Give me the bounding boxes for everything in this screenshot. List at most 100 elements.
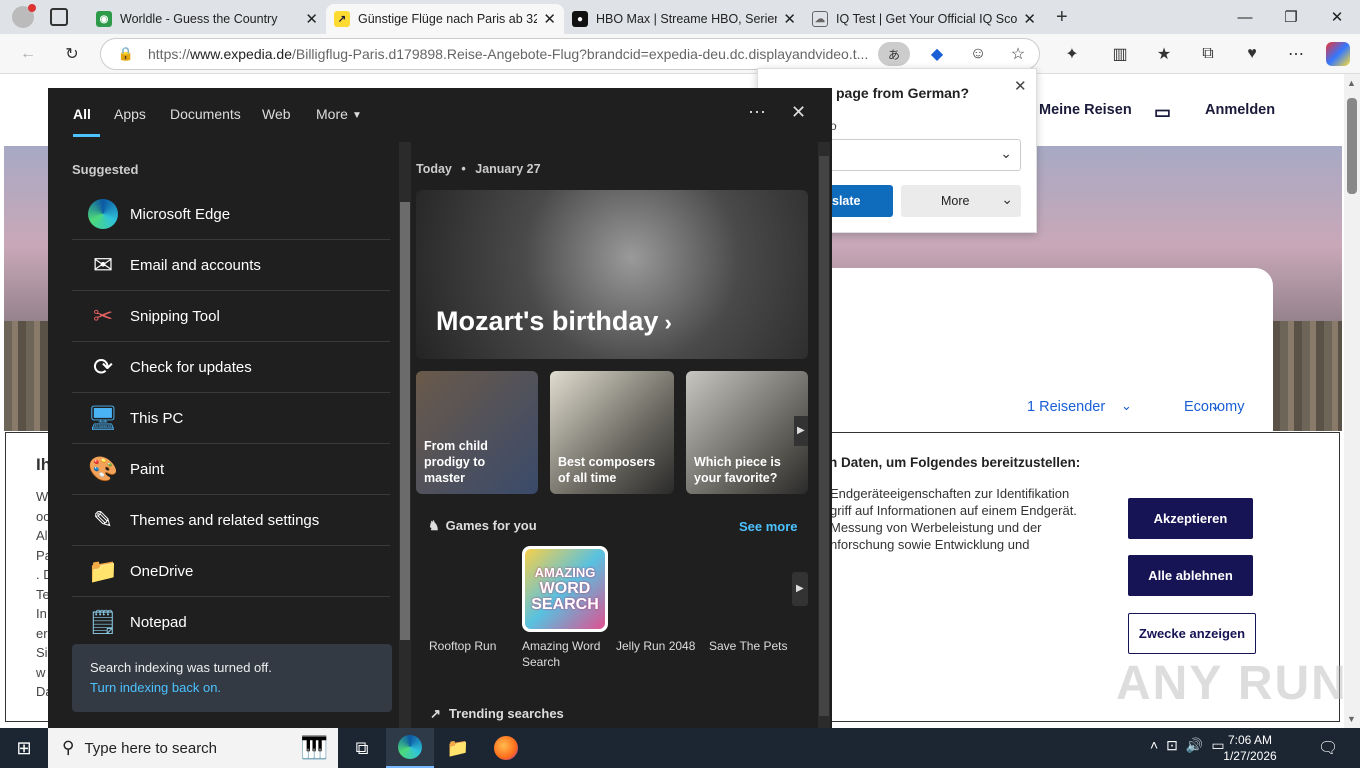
game-label[interactable]: Save The Pets [709,638,788,654]
news-tile[interactable]: Which piece is your favorite? [686,371,808,494]
suggested-item[interactable]: 📁 OneDrive [72,546,390,597]
translate-icon[interactable]: あ [878,42,910,66]
suggested-item[interactable]: ✂ Snipping Tool [72,291,390,342]
tab-all[interactable]: All [73,106,91,122]
notification-icon[interactable]: 🗨 [1318,738,1338,758]
tab-expedia[interactable]: ↗ Günstige Flüge nach Paris ab 32 € ✕ [326,4,564,34]
reject-all-button[interactable]: Alle ablehnen [1128,555,1253,596]
extensions-icon[interactable]: ✦ [1060,42,1084,66]
game-label[interactable]: Amazing Word Search [522,638,612,670]
accept-button[interactable]: Akzeptieren [1128,498,1253,539]
taskbar-search-box[interactable]: ⚲ Type here to search 🎹 [48,728,338,768]
game-label[interactable]: Jelly Run 2048 [616,638,695,654]
suggested-label: Notepad [130,614,187,631]
search-tabs: All Apps Documents Web More ▼ ⋯ ✕ [48,88,832,138]
more-tools-icon[interactable]: ☺ [966,42,990,66]
suggested-item[interactable]: 🎨 Paint [72,444,390,495]
close-tab-icon[interactable]: ✕ [537,10,556,28]
tab-documents[interactable]: Documents [170,106,241,122]
suggested-item[interactable]: ⟳ Check for updates [72,342,390,393]
translate-more-button[interactable]: More ⌄ [901,185,1021,217]
suggested-item[interactable]: ✎ Themes and related settings [72,495,390,546]
close-window-icon[interactable]: ✕ [1314,0,1360,34]
url-text[interactable]: https://www.expedia.de/Billigflug-Paris.… [148,46,868,62]
back-icon[interactable]: ← [16,42,40,66]
windows-search-panel: All Apps Documents Web More ▼ ⋯ ✕ Sugges… [48,88,832,728]
close-tab-icon[interactable]: ✕ [777,10,796,28]
tab-more[interactable]: More [316,106,348,122]
trending-label: Trending searches [448,706,564,721]
separator-dot: • [461,162,466,176]
settings-more-icon[interactable]: ⋯ [1284,42,1308,66]
translate-title: page from German? [836,85,970,101]
profile-avatar[interactable] [12,4,36,28]
language-select[interactable]: ⌄ [818,139,1021,171]
sync-icon: ⟳ [92,353,114,381]
news-tile[interactable]: Best composers of all time [550,371,674,494]
indexing-link[interactable]: Turn indexing back on. [90,680,221,695]
travelers-select[interactable]: 1 Reisender [1027,399,1105,415]
suggested-item[interactable]: 🗒 Notepad [72,597,390,648]
new-tab-icon[interactable]: + [1056,6,1068,29]
scrollbar-thumb[interactable] [1347,98,1357,194]
tab-apps[interactable]: Apps [114,106,146,122]
news-tile[interactable]: From child prodigy to master [416,371,538,494]
file-explorer-icon[interactable]: 📁 [434,728,482,768]
pc-icon: 🖥 [87,404,119,432]
suggested-pane: Suggested Microsoft Edge ✉ Email and acc… [48,138,414,728]
close-tab-icon[interactable]: ✕ [1017,10,1036,28]
see-more-link[interactable]: See more [739,519,798,534]
tray-icons[interactable]: ˄⊡🔊▭ [1150,737,1233,754]
task-view-icon[interactable]: ⧉ [338,728,386,768]
left-pane-scrollbar[interactable] [399,142,411,728]
snipping-tool-icon: ✂ [92,302,114,330]
suggested-item[interactable]: 🖥 This PC [72,393,390,444]
lock-icon[interactable]: 🔒 [114,42,138,66]
performance-icon[interactable]: ♥ [1240,42,1264,66]
tab-hbo[interactable]: ● HBO Max | Streame HBO, Serien, F ✕ [564,4,804,34]
tab-iq[interactable]: ☁ IQ Test | Get Your Official IQ Score ✕ [804,4,1044,34]
clock[interactable]: 7:06 AM 1/27/2026 [1222,732,1278,764]
games-next-icon[interactable]: ▶ [792,572,808,606]
consent-heading: n Daten, um Folgendes bereitzustellen: [829,455,1081,470]
game-thumbnail[interactable]: AMAZING WORD SEARCH [522,546,608,632]
firefox-icon[interactable] [482,728,530,768]
paint-icon: 🎨 [88,455,118,483]
copilot-icon[interactable] [1326,42,1350,66]
edge-icon [86,197,120,231]
refresh-icon[interactable]: ↻ [60,42,84,66]
anyrun-watermark: ANY RUN [1116,657,1348,710]
edge-taskbar-icon[interactable] [386,728,434,768]
windows-start-icon[interactable]: ⊞ [0,728,48,768]
search-placeholder: Type here to search [84,739,218,757]
suggested-item[interactable]: Microsoft Edge [72,189,390,240]
tab-web[interactable]: Web [262,106,291,122]
today-pane: Today • January 27 Mozart's birthday › Fr… [414,138,832,728]
suggested-heading: Suggested [72,162,139,177]
tag-icon[interactable]: ◆ [925,42,949,66]
chat-icon[interactable]: ▭ [1154,102,1171,123]
page-scrollbar[interactable]: ▲ ▼ [1344,74,1360,728]
restore-icon[interactable]: ❐ [1268,0,1314,34]
split-screen-icon[interactable]: ▥ [1108,42,1132,66]
tab-title: Worldle - Guess the Country [120,12,278,26]
minimize-icon[interactable]: — [1222,0,1268,34]
consent-line: Endgeräteeigenschaften zur Identifikatio… [830,486,1070,501]
favorites-icon[interactable]: ★ [1152,42,1176,66]
trips-link[interactable]: Meine Reisen [1039,102,1132,118]
tab-actions-icon[interactable] [50,8,68,26]
tab-worldle[interactable]: ◉ Worldle - Guess the Country ✕ [88,4,326,34]
hero-title: Mozart's birthday › [436,306,672,337]
game-label[interactable]: Rooftop Run [429,638,496,654]
show-purposes-button[interactable]: Zwecke anzeigen [1128,613,1256,654]
options-icon[interactable]: ⋯ [748,102,766,123]
close-icon[interactable]: ✕ [1014,77,1027,95]
suggested-item[interactable]: ✉ Email and accounts [72,240,390,291]
signin-link[interactable]: Anmelden [1205,102,1275,118]
collections-icon[interactable]: ⧉ [1196,42,1220,66]
close-tab-icon[interactable]: ✕ [299,10,318,28]
favorite-star-icon[interactable]: ☆ [1006,42,1030,66]
carousel-next-icon[interactable]: ▶ [794,416,808,446]
hero-tile[interactable]: Mozart's birthday › [416,190,808,359]
close-icon[interactable]: ✕ [791,102,806,123]
